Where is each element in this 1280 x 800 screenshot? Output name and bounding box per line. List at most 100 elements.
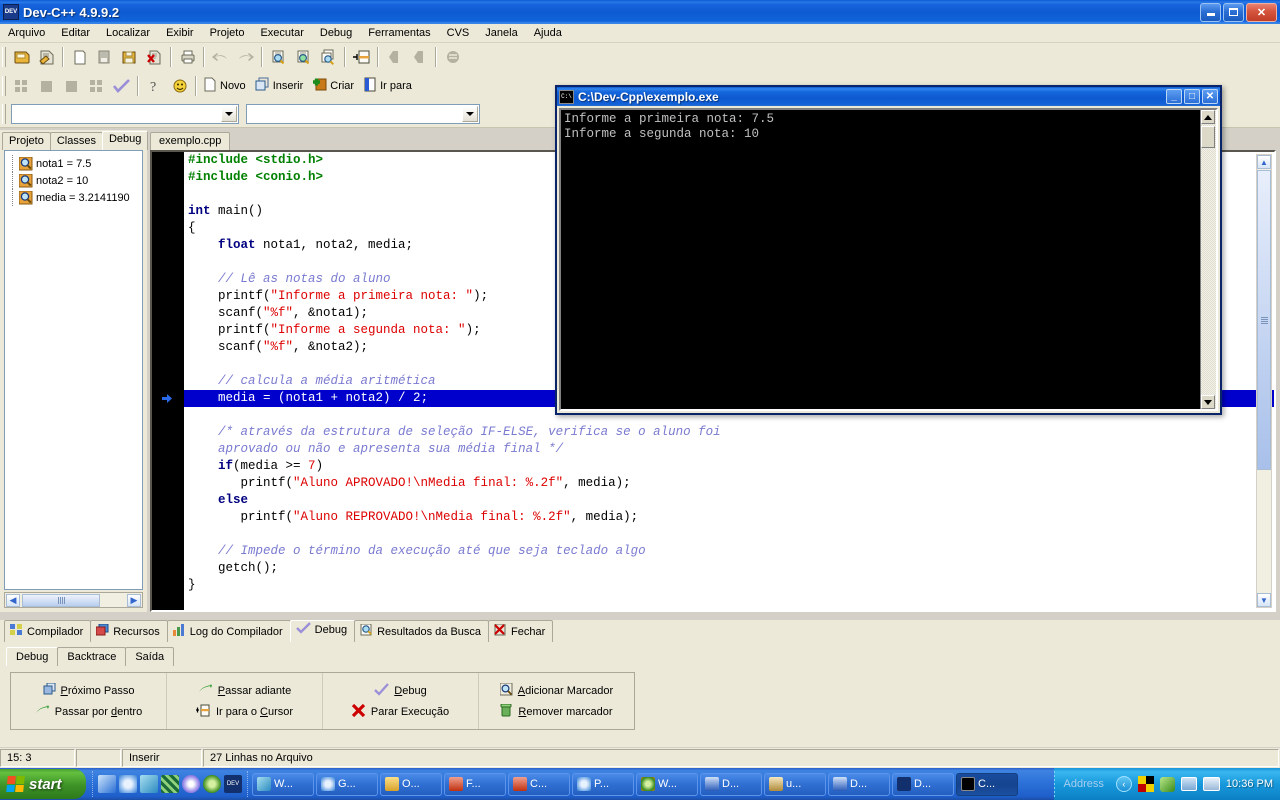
menu-arquivo[interactable]: Arquivo — [0, 25, 53, 41]
tab-recursos[interactable]: Recursos — [90, 620, 168, 642]
cd-icon[interactable] — [182, 775, 200, 793]
taskbar-task[interactable]: G... — [316, 772, 378, 796]
toolbar-novo-button[interactable]: Novo — [200, 75, 252, 97]
step-over-button[interactable]: Passar adiante — [198, 683, 291, 699]
media-icon[interactable] — [161, 775, 179, 793]
chevron-down-icon[interactable] — [221, 105, 237, 122]
open-file-icon[interactable] — [35, 46, 58, 68]
about-icon[interactable] — [168, 75, 191, 97]
watch-item[interactable]: media = 3.2141190 — [5, 189, 142, 206]
console-close-button[interactable]: ✕ — [1202, 89, 1218, 104]
hscroll-thumb[interactable] — [22, 593, 100, 607]
debug-check-icon[interactable] — [110, 75, 133, 97]
internet-explorer-icon[interactable] — [119, 775, 137, 793]
show-desktop-icon[interactable] — [98, 775, 116, 793]
taskbar-task[interactable]: u... — [764, 772, 826, 796]
close-button[interactable]: ✕ — [1246, 2, 1277, 22]
console-scroll-up-icon[interactable] — [1201, 110, 1215, 124]
start-button[interactable]: start — [0, 769, 86, 799]
menu-ferramentas[interactable]: Ferramentas — [360, 25, 438, 41]
class-combo[interactable] — [11, 103, 239, 124]
colors-icon[interactable] — [1137, 776, 1154, 792]
console-scroll-down-icon[interactable] — [1201, 395, 1215, 409]
code-line[interactable]: printf("Aluno REPROVADO!\nMedia final: %… — [184, 509, 1274, 526]
new-file-icon[interactable] — [68, 46, 91, 68]
console-maximize-button[interactable]: □ — [1184, 89, 1200, 104]
console-vscroll-thumb[interactable] — [1201, 126, 1215, 148]
taskbar-task[interactable]: C... — [956, 772, 1018, 796]
toolbar-grip[interactable] — [2, 47, 6, 67]
code-line[interactable]: printf("Aluno APROVADO!\nMedia final: %.… — [184, 475, 1274, 492]
devcpp-icon[interactable]: DEV — [224, 775, 242, 793]
taskbar-task[interactable]: D... — [700, 772, 762, 796]
menu-editar[interactable]: Editar — [53, 25, 98, 41]
monitor-icon[interactable] — [1202, 777, 1220, 791]
minimize-button[interactable] — [1200, 2, 1221, 22]
back-icon[interactable] — [383, 46, 406, 68]
stop-icon[interactable] — [60, 75, 83, 97]
menu-cvs[interactable]: CVS — [439, 25, 478, 41]
menu-ajuda[interactable]: Ajuda — [526, 25, 570, 41]
save-file-icon[interactable] — [93, 46, 116, 68]
chevron-down-icon[interactable] — [462, 105, 478, 122]
help-icon[interactable]: ? — [143, 75, 166, 97]
vscroll-thumb[interactable] — [1257, 170, 1271, 470]
left-panel-hscrollbar[interactable]: ◀ ▶ — [4, 592, 143, 608]
stop-execution-button[interactable]: Parar Execução — [351, 703, 449, 720]
remove-watch-button[interactable]: Remover marcador — [500, 703, 613, 720]
console-minimize-button[interactable]: _ — [1166, 89, 1182, 104]
menu-projeto[interactable]: Projeto — [202, 25, 253, 41]
find-next-icon[interactable] — [292, 46, 315, 68]
watch-item[interactable]: nota2 = 10 — [5, 172, 142, 189]
menu-janela[interactable]: Janela — [477, 25, 525, 41]
code-line[interactable]: getch(); — [184, 560, 1274, 577]
menu-exibir[interactable]: Exibir — [158, 25, 202, 41]
toolbar-grip[interactable] — [2, 75, 6, 96]
save-all-icon[interactable] — [118, 46, 141, 68]
taskbar-task[interactable]: P... — [572, 772, 634, 796]
tab-fechar[interactable]: Fechar — [488, 620, 554, 642]
messenger-green-icon[interactable] — [1159, 776, 1175, 792]
taskbar-task[interactable]: O... — [380, 772, 442, 796]
messenger-icon[interactable] — [140, 775, 158, 793]
tab-debug[interactable]: Debug — [101, 131, 149, 150]
scroll-left-icon[interactable]: ◀ — [6, 593, 20, 607]
menu-executar[interactable]: Executar — [252, 25, 311, 41]
rebuild-all-icon[interactable] — [85, 75, 108, 97]
chevron-left-icon[interactable]: ‹ — [1115, 776, 1132, 792]
restore-button[interactable] — [1223, 2, 1244, 22]
forward-icon[interactable] — [408, 46, 431, 68]
print-icon[interactable] — [176, 46, 199, 68]
subtab-saida[interactable]: Saída — [125, 647, 175, 666]
redo-icon[interactable] — [234, 46, 257, 68]
open-project-icon[interactable] — [10, 46, 33, 68]
toolbar-inserir-button[interactable]: Inserir — [252, 75, 310, 97]
step-into-button[interactable]: Passar por dentro — [35, 704, 142, 720]
tab-classes[interactable]: Classes — [49, 132, 103, 150]
replace-icon[interactable] — [317, 46, 340, 68]
code-line[interactable]: else — [184, 492, 1274, 509]
menu-localizar[interactable]: Localizar — [98, 25, 158, 41]
find-icon[interactable] — [267, 46, 290, 68]
taskbar-task[interactable]: C... — [508, 772, 570, 796]
taskbar-task[interactable]: W... — [636, 772, 698, 796]
member-combo[interactable] — [246, 103, 480, 124]
editor-vscrollbar[interactable]: ▲ ▼ — [1256, 154, 1272, 608]
subtab-backtrace[interactable]: Backtrace — [57, 647, 127, 666]
taskbar-task[interactable]: F... — [444, 772, 506, 796]
scroll-down-icon[interactable]: ▼ — [1257, 593, 1271, 607]
watch-item[interactable]: nota1 = 7.5 — [5, 155, 142, 172]
code-line[interactable]: /* através da estrutura de seleção IF-EL… — [184, 424, 1274, 441]
code-line[interactable]: // Impede o término da execução até que … — [184, 543, 1274, 560]
close-file-icon[interactable] — [143, 46, 166, 68]
scroll-right-icon[interactable]: ▶ — [127, 593, 141, 607]
console-output[interactable]: Informe a primeira nota: 7.5 Informe a s… — [559, 108, 1218, 411]
console-window[interactable]: C:\ C:\Dev-Cpp\exemplo.exe _ □ ✕ Informe… — [555, 85, 1222, 415]
console-vscrollbar[interactable] — [1200, 110, 1216, 409]
code-line[interactable]: aprovado ou não e apresenta sua média fi… — [184, 441, 1274, 458]
tab-compilador[interactable]: Compilador — [4, 620, 92, 642]
toolbar-grip[interactable] — [2, 103, 6, 124]
tab-debug[interactable]: Debug — [289, 620, 356, 642]
compile-icon[interactable] — [10, 75, 33, 97]
watch-list[interactable]: nota1 = 7.5 nota2 = 10 media = 3.2141190 — [4, 150, 143, 590]
